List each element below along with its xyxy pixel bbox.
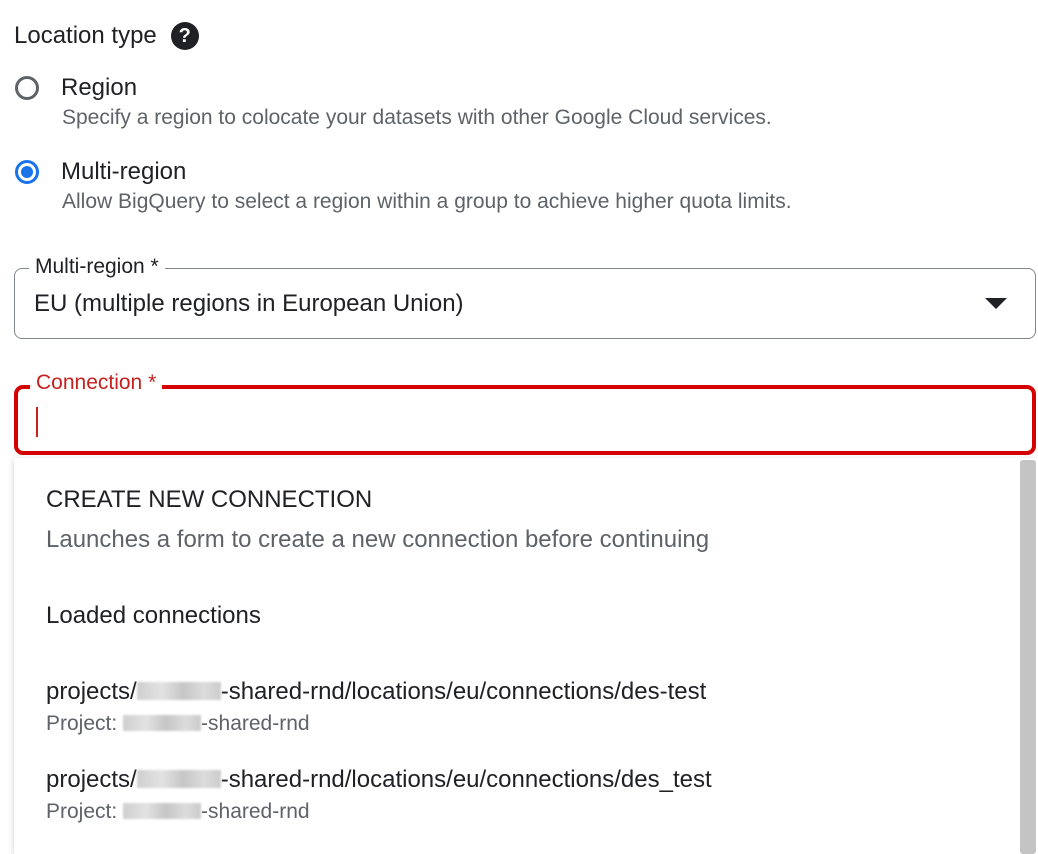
dataset-location-form: Location type ? Region Specify a region …	[0, 0, 1038, 854]
connection-project: Project: -shared-rnd	[46, 800, 996, 824]
redacted-project-name	[123, 803, 202, 819]
loaded-connections-heading: Loaded connections	[46, 602, 261, 629]
connection-path-suffix: -shared-rnd/locations/eu/connections/des…	[220, 766, 712, 793]
radio-label-region: Region	[61, 74, 138, 101]
connection-project-prefix: Project:	[46, 800, 124, 823]
connection-path-suffix: -shared-rnd/locations/eu/connections/des…	[220, 678, 707, 705]
connection-project-suffix: -shared-rnd	[201, 800, 310, 823]
redacted-project-name	[123, 715, 202, 731]
radio-option-multi-region[interactable]: Multi-region Allow BigQuery to select a …	[14, 154, 994, 214]
radio-description-multi-region: Allow BigQuery to select a region within…	[62, 190, 792, 213]
radio-button-region[interactable]	[15, 76, 39, 100]
redacted-project-id	[136, 682, 221, 700]
redacted-project-id	[136, 770, 221, 788]
connection-option[interactable]: projects/ -shared-rnd/locations/eu/connec…	[46, 766, 996, 824]
arrow-drop-down-icon[interactable]	[985, 298, 1007, 309]
radio-option-region[interactable]: Region Specify a region to colocate your…	[14, 70, 994, 130]
multi-region-select[interactable]: Multi-region * EU (multiple regions in E…	[14, 253, 1036, 339]
connection-option[interactable]: projects/ -shared-rnd/locations/eu/connec…	[46, 678, 996, 736]
connection-path-prefix: projects/	[46, 678, 137, 705]
dropdown-scrollbar[interactable]	[1020, 460, 1036, 854]
connection-input[interactable]	[34, 403, 998, 441]
create-connection-title: CREATE NEW CONNECTION	[46, 486, 373, 513]
location-type-title: Location type	[14, 22, 157, 49]
connection-path-prefix: projects/	[46, 766, 137, 793]
multi-region-label: Multi-region *	[29, 253, 165, 281]
connection-dropdown: CREATE NEW CONNECTION Launches a form to…	[14, 458, 1038, 854]
radio-description-region: Specify a region to colocate your datase…	[62, 106, 772, 129]
location-type-heading: Location type ?	[14, 20, 199, 52]
radio-button-multi-region[interactable]	[15, 160, 39, 184]
connection-path: projects/ -shared-rnd/locations/eu/connec…	[46, 678, 996, 706]
connection-project: Project: -shared-rnd	[46, 712, 996, 736]
help-icon[interactable]: ?	[170, 22, 199, 50]
radio-label-multi-region: Multi-region	[61, 158, 187, 185]
connection-path: projects/ -shared-rnd/locations/eu/connec…	[46, 766, 996, 794]
text-cursor	[36, 407, 38, 437]
connection-project-suffix: -shared-rnd	[201, 712, 310, 735]
multi-region-value: EU (multiple regions in European Union)	[34, 289, 464, 317]
connection-label: Connection *	[30, 369, 163, 397]
create-new-connection-option[interactable]: CREATE NEW CONNECTION Launches a form to…	[46, 486, 996, 554]
create-connection-description: Launches a form to create a new connecti…	[46, 526, 710, 553]
connection-field[interactable]: Connection *	[14, 369, 1036, 455]
connection-project-prefix: Project:	[46, 712, 124, 735]
